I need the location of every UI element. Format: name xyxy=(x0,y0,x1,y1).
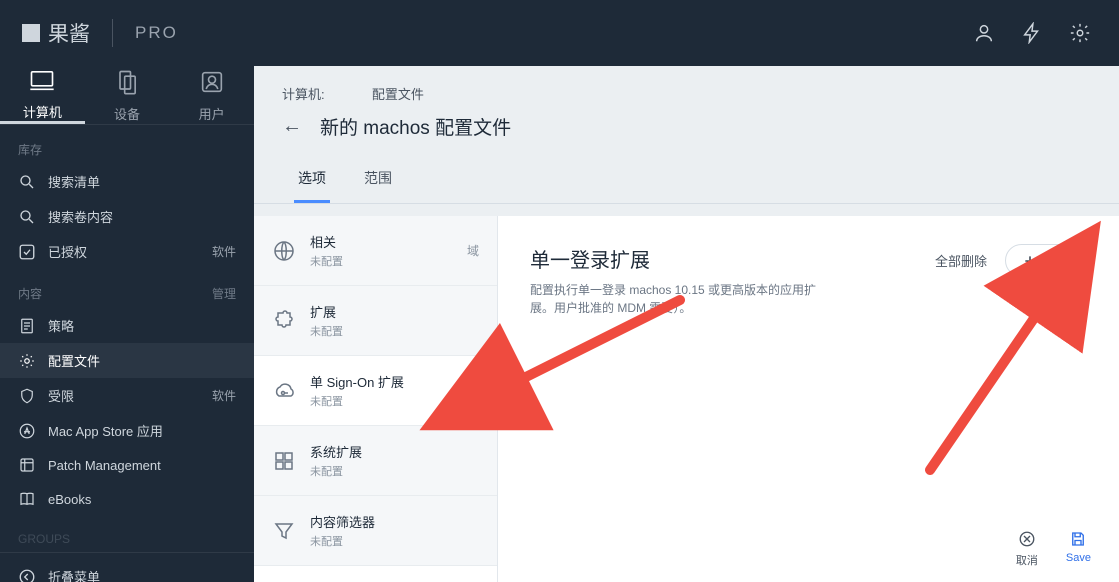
sidebar-item-label: Mac App Store 应用 xyxy=(48,421,163,440)
sidebar-item-profiles[interactable]: 配置文件 xyxy=(0,343,254,378)
sidebar-item-extra: 软件 xyxy=(212,243,236,260)
navtab-computers[interactable]: 计算机 xyxy=(0,66,85,124)
sidebar-item-label: Patch Management xyxy=(48,458,161,473)
gear-icon xyxy=(18,352,36,370)
detail-pane: 单一登录扩展 配置执行单一登录 machos 10.15 或更高版本的应用扩展。… xyxy=(498,216,1119,582)
payload-title: 内容筛选器 xyxy=(310,512,375,531)
payload-title: 单 Sign-On 扩展 xyxy=(310,372,404,391)
breadcrumb: 计算机: 配置文件 xyxy=(254,66,1119,103)
search-icon xyxy=(18,208,36,226)
save-label: Save xyxy=(1066,552,1091,564)
breadcrumb-item[interactable]: 配置文件 xyxy=(372,87,424,102)
sidebar-item-label: 已授权 xyxy=(48,242,87,261)
sidebar-item-ebooks[interactable]: eBooks xyxy=(0,482,254,516)
cancel-label: 取消 xyxy=(1016,552,1038,568)
sidebar-item-licensed[interactable]: 已授权 软件 xyxy=(0,234,254,269)
sidebar-item-appstore[interactable]: Mac App Store 应用 xyxy=(0,413,254,448)
appstore-icon xyxy=(18,422,36,440)
payload-extra: 域 xyxy=(467,242,479,259)
delete-all-button[interactable]: 全部删除 xyxy=(935,251,987,270)
check-icon xyxy=(18,243,36,261)
add-button-label: 添加 xyxy=(1044,251,1070,270)
cancel-icon xyxy=(1018,530,1036,548)
content-tabs: 选项 范围 xyxy=(254,156,1119,204)
content-area: 计算机: 配置文件 ← 新的 machos 配置文件 选项 范围 相关 未配置 … xyxy=(254,66,1119,582)
navtab-label: 设备 xyxy=(114,104,140,123)
save-button[interactable]: Save xyxy=(1066,530,1091,568)
sidebar-item-label: 搜索清单 xyxy=(48,172,100,191)
sidebar-item-patch[interactable]: Patch Management xyxy=(0,448,254,482)
detail-title: 单一登录扩展 xyxy=(530,244,830,273)
sidebar-category: 内容 管理 xyxy=(0,269,254,308)
payload-title: 扩展 xyxy=(310,302,343,321)
globe-icon xyxy=(272,239,296,263)
app-header: 果酱 PRO xyxy=(0,0,1119,66)
brand-name: 果酱 xyxy=(48,18,90,48)
sidebar-item-label: 策略 xyxy=(48,316,74,335)
plus-icon xyxy=(1022,253,1038,269)
sidebar-item-search-volume[interactable]: 搜索卷内容 xyxy=(0,199,254,234)
bolt-icon[interactable] xyxy=(1021,22,1043,44)
sidebar-item-policies[interactable]: 策略 xyxy=(0,308,254,343)
sidebar-item-search-inventory[interactable]: 搜索清单 xyxy=(0,164,254,199)
payload-system-extensions[interactable]: 系统扩展 未配置 xyxy=(254,426,497,496)
payload-list: 相关 未配置 域 扩展 未配置 单 Sign-On 扩展 xyxy=(254,216,498,582)
doc-icon xyxy=(18,317,36,335)
user-icon[interactable] xyxy=(973,22,995,44)
puzzle-icon xyxy=(272,309,296,333)
navtab-label: 用户 xyxy=(199,104,225,123)
payload-title: 相关 xyxy=(310,232,343,251)
payload-sub: 未配置 xyxy=(310,323,343,339)
detail-description: 配置执行单一登录 machos 10.15 或更高版本的应用扩展。用户批准的 M… xyxy=(530,281,830,317)
payload-content-filter[interactable]: 内容筛选器 未配置 xyxy=(254,496,497,566)
patch-icon xyxy=(18,456,36,474)
payload-sub: 未配置 xyxy=(310,253,343,269)
navtab-label: 计算机 xyxy=(23,102,62,121)
sidebar-item-extra: 软件 xyxy=(212,387,236,404)
navtab-devices[interactable]: 设备 xyxy=(85,66,170,124)
grid-icon xyxy=(272,449,296,473)
book-icon xyxy=(18,490,36,508)
cloud-key-icon xyxy=(272,379,296,403)
payload-associated-domains[interactable]: 相关 未配置 域 xyxy=(254,216,497,286)
navtab-users[interactable]: 用户 xyxy=(169,66,254,124)
brand-pro: PRO xyxy=(135,23,178,43)
payload-title: 系统扩展 xyxy=(310,442,362,461)
logo-icon xyxy=(22,24,40,42)
breadcrumb-item[interactable]: 计算机: xyxy=(282,87,325,102)
tab-options[interactable]: 选项 xyxy=(294,156,330,203)
collapse-menu-button[interactable]: 折叠菜单 xyxy=(0,552,254,582)
collapse-icon xyxy=(18,568,36,582)
sidebar-item-label: 受限 xyxy=(48,386,74,405)
logo-separator xyxy=(112,19,113,47)
payload-extensions[interactable]: 扩展 未配置 xyxy=(254,286,497,356)
sidebar: 计算机 设备 用户 库存 搜索清单 搜索卷内容 已授权 软件 内容 xyxy=(0,66,254,582)
sidebar-item-label: eBooks xyxy=(48,492,91,507)
payload-sub: 未配置 xyxy=(310,533,375,549)
cancel-button[interactable]: 取消 xyxy=(1016,530,1038,568)
payload-sub: 未配置 xyxy=(310,393,404,409)
payload-sub: 未配置 xyxy=(310,463,362,479)
tab-scope[interactable]: 范围 xyxy=(360,156,396,203)
page-title: 新的 machos 配置文件 xyxy=(320,113,511,140)
filter-icon xyxy=(272,519,296,543)
sidebar-category: 库存 xyxy=(0,125,254,164)
add-button[interactable]: 添加 xyxy=(1005,244,1087,277)
shield-icon xyxy=(18,387,36,405)
sidebar-item-label: 搜索卷内容 xyxy=(48,207,113,226)
sidebar-category: GROUPS xyxy=(0,516,254,552)
payload-sso-extension[interactable]: 单 Sign-On 扩展 未配置 xyxy=(254,356,497,426)
nav-tabs: 计算机 设备 用户 xyxy=(0,66,254,125)
gear-icon[interactable] xyxy=(1069,22,1091,44)
save-icon xyxy=(1069,530,1087,548)
search-icon xyxy=(18,173,36,191)
collapse-label: 折叠菜单 xyxy=(48,567,100,582)
back-arrow-icon[interactable]: ← xyxy=(282,115,302,138)
sidebar-item-restricted[interactable]: 受限 软件 xyxy=(0,378,254,413)
sidebar-item-label: 配置文件 xyxy=(48,351,100,370)
brand-logo: 果酱 PRO xyxy=(0,18,178,48)
